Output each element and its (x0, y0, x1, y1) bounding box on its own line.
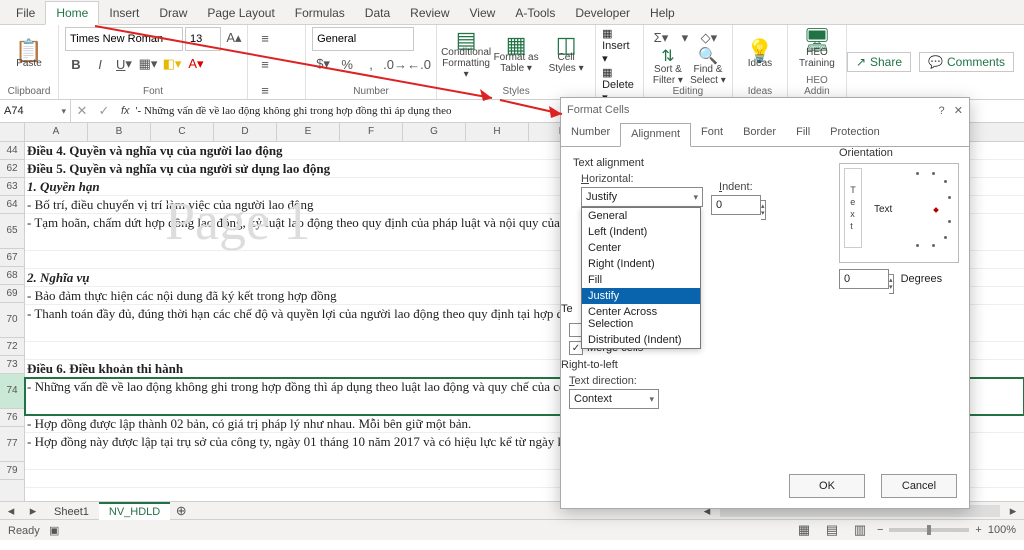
annotation-arrows (0, 0, 1024, 550)
